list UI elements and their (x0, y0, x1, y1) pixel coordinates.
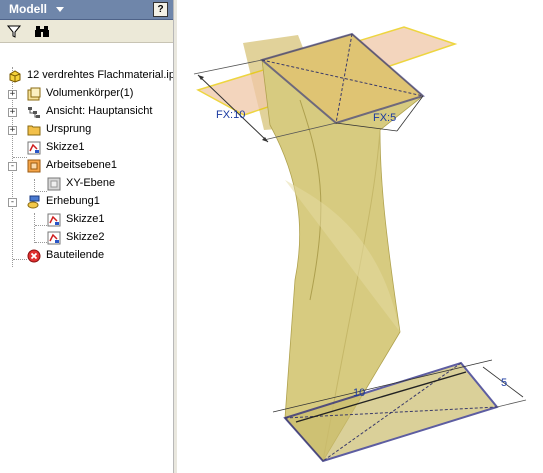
tree-item-volumenkoerper[interactable]: + Volumenkörper(1) (0, 86, 173, 103)
loft-icon (27, 195, 40, 209)
collapse-toggle[interactable]: - (8, 162, 17, 171)
tree-item-label: XY-Ebene (66, 177, 116, 189)
tree-item-skizze2[interactable]: Skizze2 (0, 230, 173, 247)
model-canvas: FX:10 FX:5 10 5 (193, 26, 527, 463)
tree-item-label: Erhebung1 (46, 195, 100, 207)
tree-item-skizze1[interactable]: Skizze1 (0, 140, 173, 157)
filter-icon[interactable] (5, 23, 23, 39)
chevron-down-icon[interactable] (56, 7, 64, 12)
tree-item-xy-ebene[interactable]: XY-Ebene (0, 176, 173, 193)
origin-folder-icon (27, 125, 41, 136)
tree-item-erhebung-skizze1[interactable]: Skizze1 (0, 212, 173, 229)
model-tree: 12 verdrehtes Flachmaterial.ipt + Volume… (0, 43, 173, 473)
part-icon (9, 70, 21, 83)
tree-item-label: Ansicht: Hauptansicht (46, 105, 153, 117)
tree-item-bauteilende[interactable]: Bauteilende (0, 248, 173, 265)
dimension-top-width[interactable]: FX:5 (373, 112, 396, 124)
graphics-viewport[interactable]: FX:10 FX:5 10 5 (177, 0, 543, 473)
tree-item-ursprung[interactable]: + Ursprung (0, 122, 173, 139)
dimension-top-length[interactable]: FX:10 (216, 109, 245, 121)
binoculars-icon[interactable] (33, 23, 51, 39)
tree-item-label: Arbeitsebene1 (46, 159, 117, 171)
browser-title[interactable]: Modell (9, 2, 47, 16)
sketch-icon (47, 231, 61, 245)
browser-header[interactable]: Modell ? (0, 0, 173, 20)
end-of-part-icon (27, 249, 41, 263)
dimension-bottom-length[interactable]: 10 (353, 387, 365, 399)
tree-root-label: 12 verdrehtes Flachmaterial.ipt (27, 69, 174, 81)
tree-item-erhebung1[interactable]: - Erhebung1 (0, 194, 173, 211)
solid-bodies-icon (27, 87, 41, 101)
tree-item-label: Bauteilende (46, 249, 105, 261)
tree-item-label: Skizze2 (66, 231, 105, 243)
model-browser-panel: Modell ? 12 verdrehtes Flachmaterial.ipt… (0, 0, 174, 473)
tree-item-label: Volumenkörper(1) (46, 87, 134, 99)
plane-icon (47, 177, 61, 191)
expand-toggle[interactable]: + (8, 126, 17, 135)
collapse-toggle[interactable]: - (8, 198, 17, 207)
dimension-bottom-width[interactable]: 5 (501, 377, 507, 389)
expand-toggle[interactable]: + (8, 90, 17, 99)
sketch-icon (27, 141, 41, 155)
tree-item-arbeitsebene1[interactable]: - Arbeitsebene1 (0, 158, 173, 175)
tree-item-label: Skizze1 (46, 141, 85, 153)
expand-toggle[interactable]: + (8, 108, 17, 117)
tree-item-ansicht[interactable]: + Ansicht: Hauptansicht (0, 104, 173, 121)
tree-item-label: Ursprung (46, 123, 92, 135)
work-plane-icon (27, 159, 41, 173)
dimension-extension (496, 399, 527, 408)
sketch-icon (47, 213, 61, 227)
view-icon (28, 107, 40, 118)
browser-toolbar (0, 20, 173, 43)
tree-root[interactable]: 12 verdrehtes Flachmaterial.ipt (0, 68, 173, 85)
help-button[interactable]: ? (153, 2, 168, 17)
tree-item-label: Skizze1 (66, 213, 105, 225)
